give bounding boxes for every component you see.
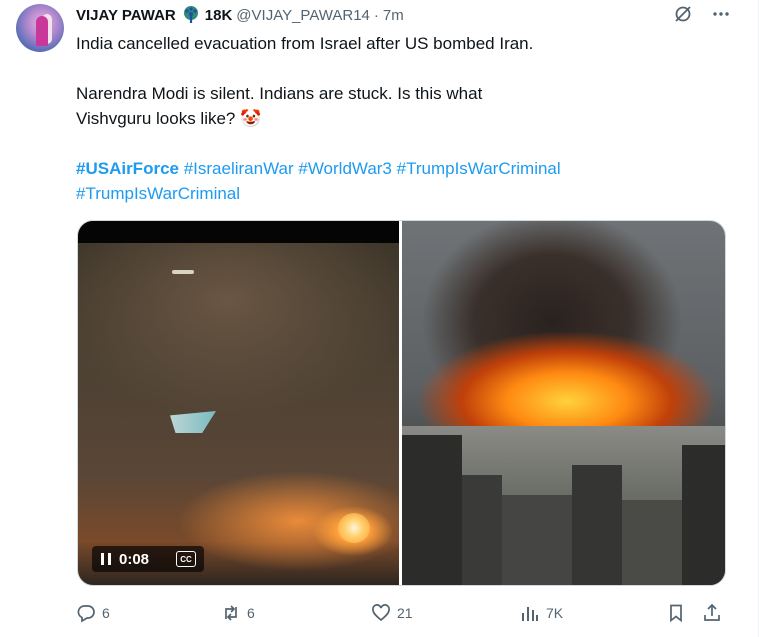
author-handle[interactable]: @VIJAY_PAWAR14 [236,7,370,24]
video-duration: 0:08 [119,550,150,568]
post-line-1: India cancelled evacuation from Israel a… [76,34,534,53]
post-timestamp[interactable]: 7m [383,7,404,24]
author-name[interactable]: VIJAY PAWAR [76,7,176,24]
like-icon [372,604,390,622]
media-grid: 0:08 CC [77,220,726,586]
hashtags: #USAirForce #IsraeliranWar #WorldWar3 #T… [76,156,716,206]
video-player[interactable]: 0:08 CC [78,221,399,585]
share-button[interactable] [702,598,722,628]
repost-icon [225,605,237,621]
post-top-actions [673,4,731,24]
repost-button[interactable]: 6 [221,598,255,628]
reply-icon [77,605,95,623]
hashtag-link[interactable]: #WorldWar3 [298,159,392,178]
follower-count: 18K [204,6,233,24]
video-light-streak [172,270,194,274]
grok-icon[interactable] [673,4,693,24]
post-line-2: Narendra Modi is silent. Indians are stu… [76,84,483,103]
action-bar: 6 6 21 7K [76,598,726,628]
video-letterbox [78,221,399,243]
bookmark-icon [670,604,682,623]
share-icon [704,603,720,621]
hashtag-link[interactable]: #TrumpIsWarCriminal [76,184,240,203]
hashtag-link[interactable]: #USAirForce [76,159,179,178]
pause-icon[interactable] [101,553,111,565]
cc-icon[interactable]: CC [176,551,196,567]
video-explosion [338,513,370,543]
views-button[interactable]: 7K [520,598,563,628]
post-line-3: Vishvguru looks like? 🤡 [76,109,262,128]
post-header: VIJAY PAWAR 18K @VIJAY_PAWAR14 · 7m [76,4,404,26]
video-aircraft [170,411,216,433]
avatar-figure-2 [36,16,48,46]
post-text: India cancelled evacuation from Israel a… [76,31,716,206]
repost-count: 6 [247,605,255,621]
reply-button[interactable]: 6 [76,598,110,628]
separator-dot: · [373,6,379,24]
views-icon [522,607,538,621]
photo-cityscape [402,426,725,585]
explosion-photo[interactable] [402,221,725,585]
more-icon[interactable] [711,4,731,24]
hashtag-link[interactable]: #TrumpIsWarCriminal [397,159,561,178]
like-count: 21 [397,605,413,621]
bookmark-button[interactable] [666,598,686,628]
video-controls: 0:08 CC [92,546,204,572]
view-count: 7K [546,605,564,621]
reply-count: 6 [102,605,110,621]
peacock-emoji-icon [181,5,201,25]
like-button[interactable]: 21 [371,598,413,628]
hashtag-link[interactable]: #IsraeliranWar [184,159,294,178]
avatar[interactable] [16,4,64,52]
